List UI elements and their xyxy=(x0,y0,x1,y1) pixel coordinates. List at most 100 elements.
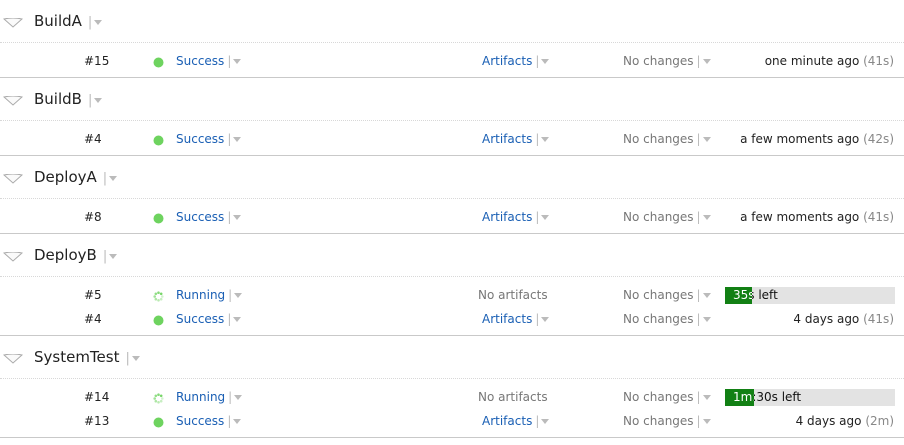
build-type-name[interactable]: DeployA xyxy=(34,168,97,186)
changes-menu[interactable]: | xyxy=(694,414,711,428)
changes-menu[interactable]: | xyxy=(694,132,711,146)
build-type-menu[interactable]: | xyxy=(103,249,118,264)
chevron-down-icon[interactable] xyxy=(702,293,711,298)
build-number[interactable]: #15 xyxy=(84,54,109,68)
chevron-down-icon[interactable] xyxy=(541,317,550,322)
collapse-toggle-icon[interactable] xyxy=(3,18,23,28)
build-type-menu[interactable]: | xyxy=(88,93,103,108)
build-status-link[interactable]: Success xyxy=(176,414,224,428)
build-number[interactable]: #4 xyxy=(84,132,102,146)
build-status-link[interactable]: Running xyxy=(176,390,225,404)
build-number[interactable]: #4 xyxy=(84,312,102,326)
changes-menu[interactable]: | xyxy=(694,390,711,404)
chevron-down-icon[interactable] xyxy=(109,254,118,259)
status-menu[interactable]: | xyxy=(224,312,242,326)
changes-label[interactable]: No changes xyxy=(623,414,694,428)
build-type-menu[interactable]: | xyxy=(102,171,118,186)
chevron-down-icon[interactable] xyxy=(233,137,242,142)
build-time: a few moments ago (42s) xyxy=(740,132,894,146)
build-type-title: DeployA | xyxy=(34,168,118,186)
collapse-toggle-icon[interactable] xyxy=(3,354,23,364)
build-rows: #8 Success | Artifacts | No changes | a few mom… xyxy=(0,199,904,233)
artifacts-menu[interactable]: | xyxy=(532,312,550,326)
build-status-link[interactable]: Success xyxy=(176,54,224,68)
build-number[interactable]: #5 xyxy=(84,288,102,302)
chevron-down-icon[interactable] xyxy=(702,395,711,400)
build-type-name[interactable]: DeployB xyxy=(34,246,97,264)
build-duration: (2m) xyxy=(865,414,894,428)
chevron-down-icon[interactable] xyxy=(109,176,118,181)
artifacts-menu[interactable]: | xyxy=(532,132,550,146)
chevron-down-icon[interactable] xyxy=(541,419,550,424)
success-icon xyxy=(153,135,164,146)
separator: | xyxy=(102,171,108,186)
status-menu[interactable]: | xyxy=(225,288,243,302)
running-spinner-icon xyxy=(153,393,164,404)
chevron-down-icon[interactable] xyxy=(702,317,711,322)
artifacts-link[interactable]: Artifacts xyxy=(482,312,532,326)
chevron-down-icon[interactable] xyxy=(233,59,242,64)
build-number[interactable]: #14 xyxy=(84,390,109,404)
build-rows: #5 Running | No artifacts No changes | 35s lef… xyxy=(0,277,904,335)
collapse-toggle-icon[interactable] xyxy=(3,96,23,106)
build-type-menu[interactable]: | xyxy=(125,351,140,366)
success-icon xyxy=(153,57,164,68)
separator: | xyxy=(696,414,701,428)
chevron-down-icon[interactable] xyxy=(233,215,242,220)
changes-menu[interactable]: | xyxy=(694,210,711,224)
build-status-link[interactable]: Success xyxy=(176,210,224,224)
artifacts-link[interactable]: Artifacts xyxy=(482,210,532,224)
build-type-name[interactable]: BuildA xyxy=(34,12,82,30)
changes-label[interactable]: No changes xyxy=(623,312,694,326)
changes-menu[interactable]: | xyxy=(694,288,711,302)
build-status-link[interactable]: Running xyxy=(176,288,225,302)
status-menu[interactable]: | xyxy=(224,54,242,68)
changes-menu[interactable]: | xyxy=(694,54,711,68)
build-start-time: 4 days ago xyxy=(793,312,860,326)
build-type-menu[interactable]: | xyxy=(88,15,103,30)
artifacts-menu[interactable]: | xyxy=(532,54,550,68)
artifacts-menu[interactable]: | xyxy=(532,414,550,428)
changes-label[interactable]: No changes xyxy=(623,390,694,404)
chevron-down-icon[interactable] xyxy=(702,137,711,142)
changes: No changes | xyxy=(623,414,711,428)
chevron-down-icon[interactable] xyxy=(131,356,140,361)
chevron-down-icon[interactable] xyxy=(94,20,103,25)
chevron-down-icon[interactable] xyxy=(234,395,243,400)
success-icon xyxy=(153,417,164,428)
build-time: one minute ago (41s) xyxy=(765,54,894,68)
artifacts-link[interactable]: Artifacts xyxy=(482,54,532,68)
changes-label[interactable]: No changes xyxy=(623,210,694,224)
chevron-down-icon[interactable] xyxy=(233,317,242,322)
changes-label[interactable]: No changes xyxy=(623,288,694,302)
build-number[interactable]: #8 xyxy=(84,210,102,224)
collapse-toggle-icon[interactable] xyxy=(3,174,23,184)
chevron-down-icon[interactable] xyxy=(702,419,711,424)
build-type-name[interactable]: SystemTest xyxy=(34,348,119,366)
artifacts-link[interactable]: Artifacts xyxy=(482,414,532,428)
status-menu[interactable]: | xyxy=(224,132,242,146)
chevron-down-icon[interactable] xyxy=(541,59,550,64)
changes-menu[interactable]: | xyxy=(694,312,711,326)
status-menu[interactable]: | xyxy=(224,210,242,224)
build-number[interactable]: #13 xyxy=(84,414,109,428)
build-type-name[interactable]: BuildB xyxy=(34,90,82,108)
artifacts-menu[interactable]: | xyxy=(532,210,550,224)
changes-label[interactable]: No changes xyxy=(623,132,694,146)
collapse-toggle-icon[interactable] xyxy=(3,252,23,262)
build-status-link[interactable]: Success xyxy=(176,312,224,326)
artifacts-link[interactable]: Artifacts xyxy=(482,132,532,146)
build-row: #15 Success | Artifacts | No changes | one minu… xyxy=(0,49,904,73)
chevron-down-icon[interactable] xyxy=(94,98,103,103)
chevron-down-icon[interactable] xyxy=(541,137,550,142)
chevron-down-icon[interactable] xyxy=(702,215,711,220)
build-duration: (42s) xyxy=(863,132,894,146)
status-menu[interactable]: | xyxy=(224,414,242,428)
chevron-down-icon[interactable] xyxy=(233,419,242,424)
status-menu[interactable]: | xyxy=(225,390,243,404)
changes-label[interactable]: No changes xyxy=(623,54,694,68)
build-status-link[interactable]: Success xyxy=(176,132,224,146)
chevron-down-icon[interactable] xyxy=(234,293,243,298)
chevron-down-icon[interactable] xyxy=(541,215,550,220)
chevron-down-icon[interactable] xyxy=(702,59,711,64)
